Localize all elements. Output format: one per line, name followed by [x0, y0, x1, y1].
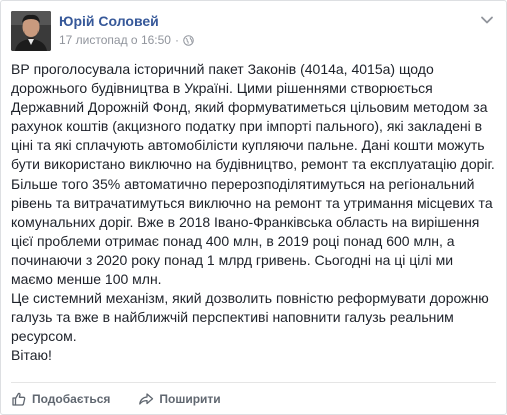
post-paragraph: Це системний механізм, який дозволить по… — [11, 290, 489, 345]
author-name[interactable]: Юрій Соловей — [59, 12, 194, 30]
share-button[interactable]: Поширити — [138, 391, 221, 407]
post-body: ВР проголосувала історичний пакет Законі… — [11, 60, 498, 366]
post-timestamp[interactable]: 17 листопад о 16:50 — [59, 32, 171, 48]
share-arrow-icon — [139, 393, 154, 405]
like-button[interactable]: Подобається — [11, 391, 110, 407]
facebook-post: Юрій Соловей 17 листопад о 16:50 · ВР пр… — [0, 0, 507, 415]
post-header: Юрій Соловей 17 листопад о 16:50 · — [11, 11, 194, 51]
avatar-image — [11, 11, 51, 51]
globe-icon[interactable] — [183, 34, 194, 46]
post-subline: 17 листопад о 16:50 · — [59, 32, 194, 48]
thumbs-up-icon — [12, 392, 26, 406]
divider — [11, 382, 496, 383]
like-label: Подобається — [32, 392, 111, 406]
post-actions: Подобається Поширити — [11, 388, 249, 410]
avatar[interactable] — [11, 11, 51, 51]
share-label: Поширити — [159, 392, 221, 406]
post-meta: Юрій Соловей 17 листопад о 16:50 · — [59, 11, 194, 48]
post-paragraph: ВР проголосувала історичний пакет Законі… — [11, 61, 495, 288]
post-paragraph: Вітаю! — [11, 347, 52, 364]
separator-dot: · — [174, 33, 179, 47]
chevron-down-icon[interactable] — [480, 15, 494, 25]
